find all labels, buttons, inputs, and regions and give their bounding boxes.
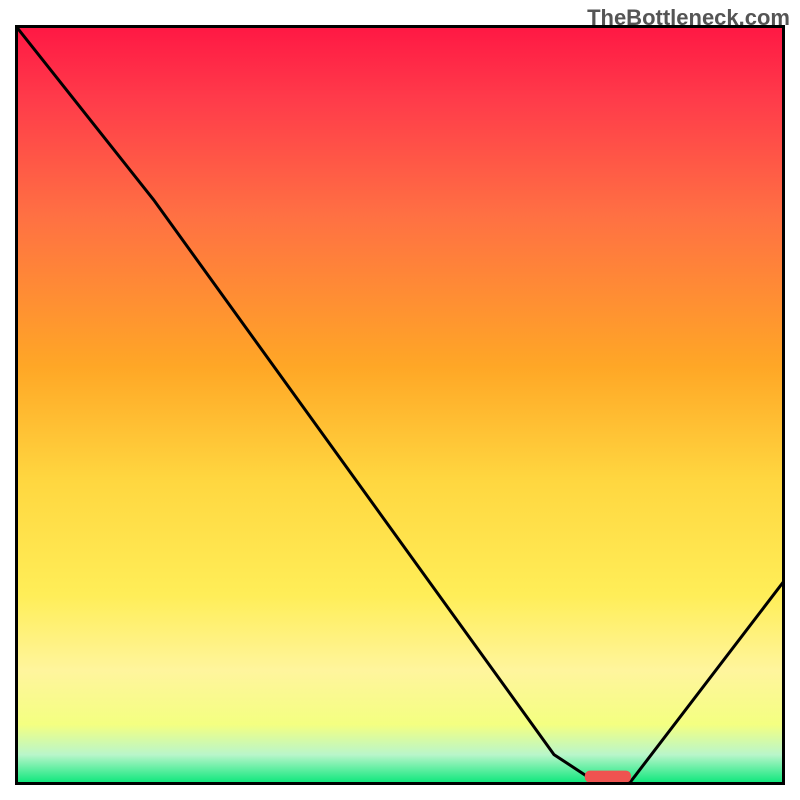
chart-area xyxy=(15,25,785,785)
chart-svg xyxy=(15,25,785,785)
watermark-text: TheBottleneck.com xyxy=(587,5,790,31)
optimal-marker xyxy=(585,771,631,783)
chart-container: TheBottleneck.com xyxy=(0,0,800,800)
gradient-background xyxy=(15,25,785,785)
